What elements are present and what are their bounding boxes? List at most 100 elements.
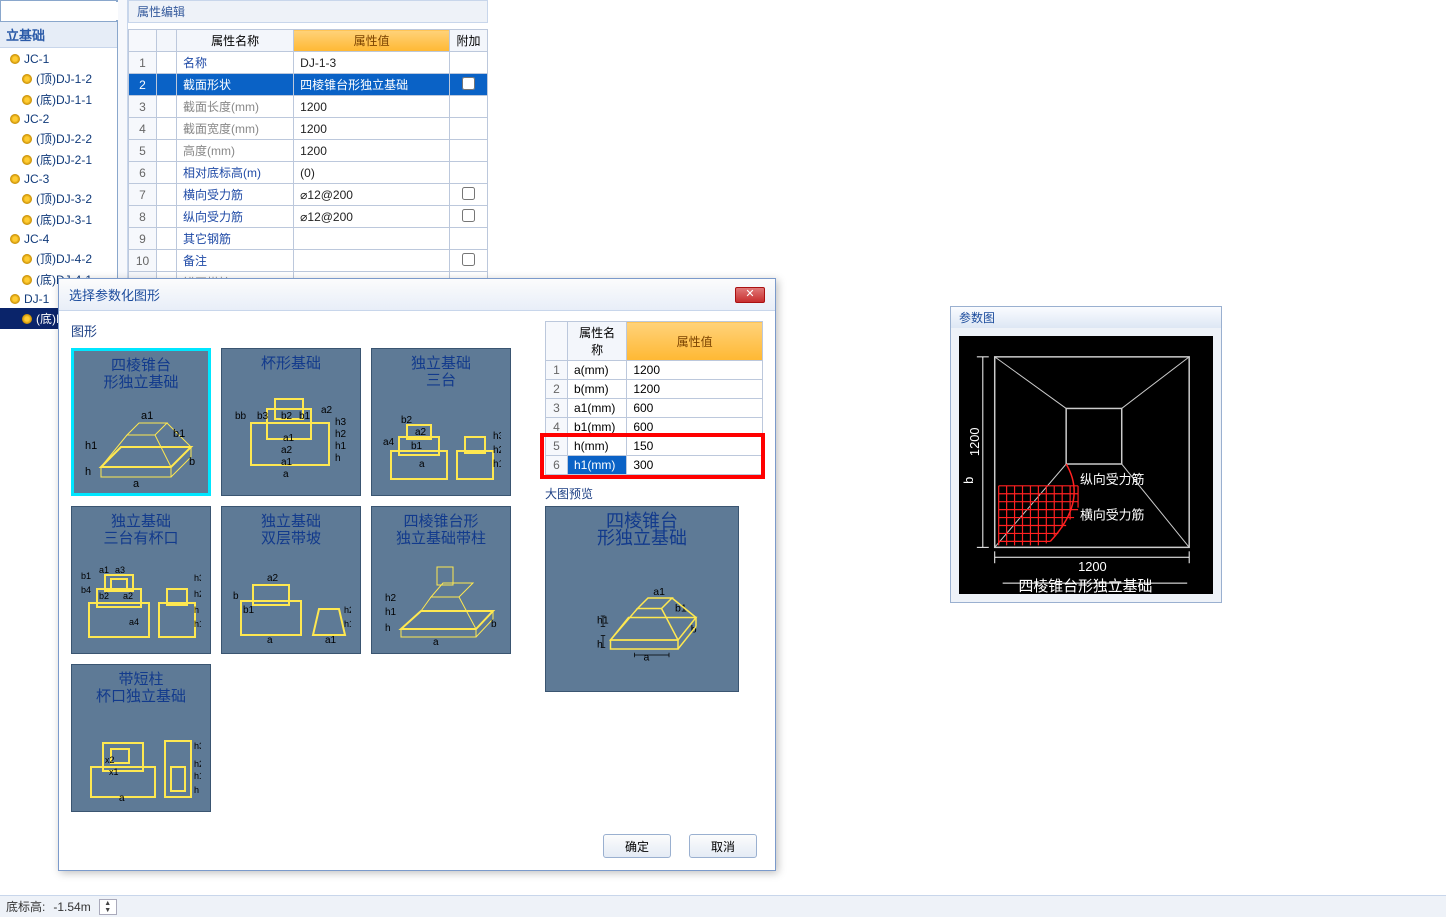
- param-value[interactable]: 150: [627, 437, 763, 456]
- svg-text:b4: b4: [81, 585, 91, 595]
- tree-item[interactable]: (顶)DJ-4-2: [0, 248, 117, 269]
- tree-item[interactable]: (顶)DJ-3-2: [0, 188, 117, 209]
- param-row[interactable]: 4b1(mm)600: [546, 418, 763, 437]
- prop-name: 截面宽度(mm): [177, 118, 294, 140]
- svg-text:bb: bb: [235, 411, 247, 422]
- svg-text:a: a: [644, 651, 650, 663]
- svg-text:b: b: [189, 456, 195, 468]
- param-row[interactable]: 2b(mm)1200: [546, 380, 763, 399]
- shape-title: 杯形基础: [261, 355, 321, 372]
- prop-name: 横向受力筋: [177, 184, 294, 206]
- extra-checkbox[interactable]: [462, 187, 475, 200]
- gear-icon: [22, 155, 32, 165]
- ok-button[interactable]: 确定: [603, 834, 671, 858]
- expand-cell: [157, 96, 177, 118]
- param-value-input[interactable]: [633, 458, 756, 472]
- param-col-value: 属性值: [627, 322, 763, 361]
- param-value[interactable]: 600: [627, 399, 763, 418]
- prop-value[interactable]: ⌀12@200: [294, 184, 450, 206]
- shape-card[interactable]: 四棱锥台形独立基础带柱h2h1hab: [371, 506, 511, 654]
- property-row[interactable]: 4截面宽度(mm)1200: [129, 118, 488, 140]
- extra-checkbox[interactable]: [462, 77, 475, 90]
- tree-item[interactable]: JC-4: [0, 230, 117, 248]
- svg-text:a2: a2: [281, 445, 293, 456]
- tree-item-label: JC-3: [24, 172, 49, 186]
- tree-item[interactable]: (顶)DJ-2-2: [0, 128, 117, 149]
- param-rownum: 3: [546, 399, 568, 418]
- cancel-button[interactable]: 取消: [689, 834, 757, 858]
- param-value[interactable]: 600: [627, 418, 763, 437]
- tree-title: 立基础: [0, 22, 117, 48]
- tree-item[interactable]: JC-2: [0, 110, 117, 128]
- param-name: b1(mm): [568, 418, 627, 437]
- tree-item[interactable]: (底)DJ-2-1: [0, 149, 117, 170]
- shapes-column: 图形 四棱锥台形独立基础a1b1h1hba杯形基础bbb3b2b1a2a1a2a…: [71, 321, 531, 822]
- property-row[interactable]: 7横向受力筋⌀12@200: [129, 184, 488, 206]
- shape-card[interactable]: 独立基础三台a4b2a2b1ah3h2h1: [371, 348, 511, 496]
- status-label: 底标高:: [6, 898, 45, 915]
- shape-card[interactable]: 独立基础三台有杯口b1b4a1a3b2a2a4h3h2hh1: [71, 506, 211, 654]
- shape-card[interactable]: 杯形基础bbb3b2b1a2a1a2a1ah3h2h1h: [221, 348, 361, 496]
- param-value[interactable]: 1200: [627, 380, 763, 399]
- elevation-spinner[interactable]: ▲▼: [99, 899, 117, 915]
- preview-diagram: a1 b1 h1 h b a: [546, 547, 738, 691]
- tree-item-label: (底)DJ-3-1: [36, 211, 92, 228]
- param-row[interactable]: 5h(mm)150: [546, 437, 763, 456]
- svg-text:h2: h2: [493, 445, 501, 456]
- property-row[interactable]: 3截面长度(mm)1200: [129, 96, 488, 118]
- prop-value[interactable]: 1200: [294, 140, 450, 162]
- extra-cell: [450, 140, 488, 162]
- prop-value[interactable]: DJ-1-3: [294, 52, 450, 74]
- param-diagram-title: 参数图: [951, 307, 1221, 328]
- param-table: 属性名称 属性值 1a(mm)12002b(mm)12003a1(mm)6004…: [545, 321, 763, 475]
- shape-card[interactable]: 带短柱杯口独立基础x2x1ah3h2h1h: [71, 664, 211, 812]
- svg-text:b2: b2: [401, 415, 413, 426]
- svg-text:a1: a1: [653, 586, 665, 598]
- prop-value[interactable]: 1200: [294, 118, 450, 140]
- close-button[interactable]: ✕: [735, 287, 765, 303]
- prop-name: 纵向受力筋: [177, 206, 294, 228]
- tree-item[interactable]: (底)DJ-1-1: [0, 89, 117, 110]
- property-row[interactable]: 6相对底标高(m)(0): [129, 162, 488, 184]
- prop-value[interactable]: ⌀12@200: [294, 206, 450, 228]
- property-row[interactable]: 9其它钢筋: [129, 228, 488, 250]
- property-row[interactable]: 10备注: [129, 250, 488, 272]
- prop-value[interactable]: [294, 250, 450, 272]
- param-row[interactable]: 1a(mm)1200: [546, 361, 763, 380]
- prop-name: 名称: [177, 52, 294, 74]
- shape-title: 形独立基础: [103, 374, 178, 391]
- prop-name: 备注: [177, 250, 294, 272]
- param-value[interactable]: 1200: [627, 361, 763, 380]
- shapes-label: 图形: [71, 321, 531, 340]
- tree-item[interactable]: (顶)DJ-1-2: [0, 68, 117, 89]
- dialog-titlebar[interactable]: 选择参数化图形 ✕: [59, 279, 775, 311]
- shape-title: 独立基础: [111, 513, 171, 530]
- extra-checkbox[interactable]: [462, 209, 475, 222]
- shape-diagram: ba2b1aa1h2h1: [222, 547, 360, 653]
- col-expand: [157, 30, 177, 52]
- shape-card[interactable]: 独立基础双层带坡ba2b1aa1h2h1: [221, 506, 361, 654]
- prop-value[interactable]: 四棱锥台形独立基础: [294, 74, 450, 96]
- prop-value[interactable]: (0): [294, 162, 450, 184]
- dialog-buttons: 确定 取消: [59, 828, 775, 870]
- tree-item[interactable]: JC-3: [0, 170, 117, 188]
- prop-value[interactable]: [294, 228, 450, 250]
- param-row[interactable]: 6h1(mm): [546, 456, 763, 475]
- shape-card[interactable]: 四棱锥台形独立基础a1b1h1hba: [71, 348, 211, 496]
- property-row[interactable]: 2截面形状四棱锥台形独立基础: [129, 74, 488, 96]
- extra-checkbox[interactable]: [462, 253, 475, 266]
- property-row[interactable]: 1名称DJ-1-3: [129, 52, 488, 74]
- extra-cell: [450, 250, 488, 272]
- param-name: a1(mm): [568, 399, 627, 418]
- param-row[interactable]: 3a1(mm)600: [546, 399, 763, 418]
- row-number: 9: [129, 228, 157, 250]
- gear-icon: [22, 215, 32, 225]
- svg-text:h2: h2: [385, 593, 397, 604]
- prop-value[interactable]: 1200: [294, 96, 450, 118]
- tree-item[interactable]: JC-1: [0, 50, 117, 68]
- svg-text:h1: h1: [385, 607, 397, 618]
- tree-item[interactable]: (底)DJ-3-1: [0, 209, 117, 230]
- property-row[interactable]: 5高度(mm)1200: [129, 140, 488, 162]
- property-row[interactable]: 8纵向受力筋⌀12@200: [129, 206, 488, 228]
- param-value[interactable]: [627, 456, 763, 475]
